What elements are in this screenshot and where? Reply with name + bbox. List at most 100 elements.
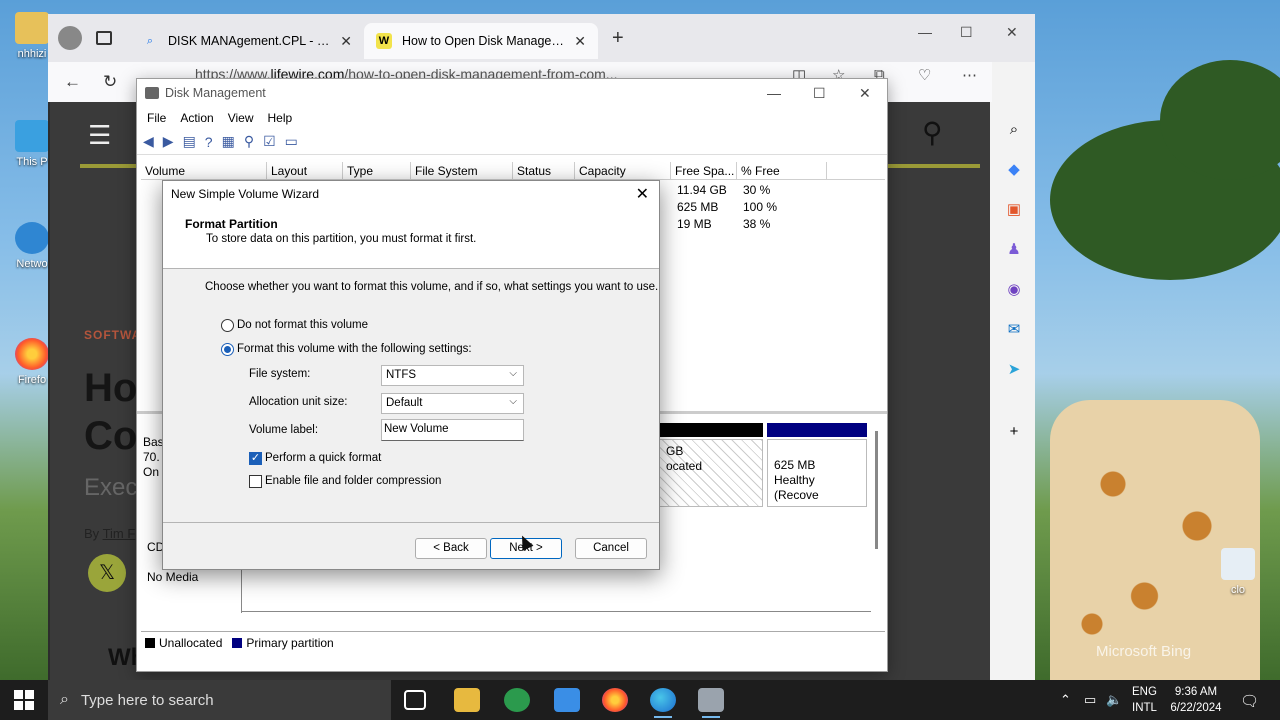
volume-label-input[interactable]: New Volume (381, 419, 524, 441)
shopping-icon[interactable]: ◆ (1004, 160, 1024, 180)
menu-view[interactable]: View (228, 111, 254, 125)
compression-checkbox[interactable] (249, 475, 262, 488)
help-icon[interactable]: ? (205, 134, 213, 150)
network-icon[interactable]: ▭ (1084, 692, 1096, 708)
close-icon[interactable]: ✕ (1006, 24, 1018, 41)
quick-format-checkbox[interactable]: ✓ (249, 452, 262, 465)
close-icon[interactable]: ✕ (636, 184, 649, 204)
add-icon[interactable]: + (1004, 422, 1024, 442)
disk-management-icon[interactable] (698, 688, 724, 718)
desktop-icon-label: This P (16, 156, 48, 168)
desktop-icon-recycle-bin[interactable]: clo (1206, 548, 1270, 596)
chevron-up-icon[interactable]: ⌃ (1060, 692, 1071, 708)
volume-icon[interactable]: 🔈 (1106, 692, 1122, 708)
games-icon[interactable]: ♟ (1004, 240, 1024, 260)
minimize-icon[interactable]: — (918, 24, 932, 40)
back-arrow-icon[interactable]: ◀ (143, 133, 154, 150)
close-icon[interactable]: ✕ (859, 85, 871, 102)
clock[interactable]: 9:36 AM 6/22/2024 (1166, 684, 1226, 716)
free-space-cell: 625 MB (677, 200, 719, 214)
compression-label[interactable]: Enable file and folder compression (265, 475, 441, 487)
disk0-info[interactable]: Bas 70. On (143, 435, 164, 480)
column-type[interactable]: Type (343, 162, 411, 180)
send-icon[interactable]: ➤ (1004, 360, 1024, 380)
search-icon: ⌕ (146, 35, 154, 47)
windows-start-icon[interactable] (14, 690, 34, 710)
article-title: Ho (84, 366, 138, 410)
menu-action[interactable]: Action (180, 111, 213, 125)
forward-arrow-icon[interactable]: ▶ (163, 133, 174, 150)
column-status[interactable]: Status (513, 162, 575, 180)
percent-free-cell: 30 % (743, 183, 771, 197)
excel-icon[interactable] (504, 688, 530, 712)
settings-icon[interactable]: ▭ (285, 133, 298, 150)
column-file-system[interactable]: File System (411, 162, 513, 180)
input-language[interactable]: ENG INTL (1132, 684, 1157, 716)
maximize-icon[interactable]: ☐ (960, 24, 973, 41)
desktop-icon-label: nhhizi (17, 48, 47, 60)
tab-search[interactable]: ⌕ DISK MANAgement.CPL - Search ✕ (130, 23, 364, 59)
firefox-icon[interactable] (602, 688, 628, 712)
taskbar-search[interactable]: ⌕ Type here to search (48, 680, 391, 720)
notification-icon[interactable]: 🗨 (1240, 692, 1259, 710)
format-radio[interactable] (221, 343, 234, 356)
connect-icon[interactable]: ⚲ (244, 133, 254, 150)
store-icon[interactable] (554, 688, 580, 712)
table-row[interactable]: 19 MB (677, 217, 712, 231)
unalloc-label: ocated (666, 459, 703, 473)
no-format-label[interactable]: Do not format this volume (237, 319, 368, 331)
allocation-select[interactable]: Default ⌵ (381, 393, 524, 414)
new-tab-icon[interactable]: + (612, 27, 624, 50)
copilot-icon[interactable]: ◉ (1004, 280, 1024, 300)
file-explorer-icon[interactable] (454, 688, 480, 712)
giraffe-image (1050, 400, 1260, 680)
column-percent-free[interactable]: % Free (737, 162, 827, 180)
scrollbar[interactable] (875, 431, 878, 549)
tools-icon[interactable]: ▣ (1004, 200, 1024, 220)
tab-close-icon[interactable]: ✕ (340, 33, 352, 50)
maximize-icon[interactable]: ☐ (813, 85, 826, 102)
unallocated-partition[interactable]: GB ocated (659, 439, 763, 507)
legend-unallocated: Unallocated (159, 635, 223, 650)
refresh-icon[interactable]: ↻ (103, 72, 117, 92)
edge-icon[interactable] (650, 688, 676, 718)
section-label[interactable]: SOFTWA (84, 328, 141, 342)
tab-actions-icon[interactable] (96, 31, 112, 45)
x-social-icon[interactable]: 𝕏 (88, 554, 126, 592)
console-tree-icon[interactable]: ▤ (183, 133, 196, 150)
properties-icon[interactable]: ▦ (222, 133, 235, 150)
tab-lifewire[interactable]: W How to Open Disk Management ✕ (364, 23, 598, 59)
column-volume[interactable]: Volume (141, 162, 267, 180)
back-arrow-icon[interactable]: ← (64, 72, 81, 92)
author-link[interactable]: Tim F (103, 526, 136, 541)
quick-format-label[interactable]: Perform a quick format (265, 452, 381, 464)
browser-essentials-icon[interactable]: ♡ (918, 66, 931, 84)
menu-help[interactable]: Help (268, 111, 293, 125)
article-title-line2: Co (84, 414, 138, 458)
column-layout[interactable]: Layout (267, 162, 343, 180)
outlook-icon[interactable]: ✉ (1004, 320, 1024, 340)
check-icon[interactable]: ☑ (263, 133, 276, 150)
search-icon[interactable]: ⚲ (922, 116, 943, 149)
dm-title: Disk Management (165, 86, 266, 100)
minimize-icon[interactable]: — (767, 85, 781, 101)
format-label[interactable]: Format this volume with the following se… (237, 343, 472, 355)
cancel-button[interactable]: Cancel (575, 538, 647, 559)
tab-close-icon[interactable]: ✕ (574, 33, 586, 50)
tab-title: How to Open Disk Management (402, 34, 567, 48)
disk0-status: On (143, 465, 160, 479)
column-free-space[interactable]: Free Spa... (671, 162, 737, 180)
menu-icon[interactable]: ☰ (88, 120, 111, 151)
table-row[interactable]: 11.94 GB (677, 183, 727, 197)
no-format-radio[interactable] (221, 319, 234, 332)
column-capacity[interactable]: Capacity (575, 162, 671, 180)
profile-avatar[interactable] (58, 26, 82, 50)
search-icon[interactable]: ⌕ (1004, 120, 1024, 140)
menu-file[interactable]: File (147, 111, 166, 125)
task-view-icon[interactable] (404, 690, 426, 710)
file-system-select[interactable]: NTFS ⌵ (381, 365, 524, 386)
table-row[interactable]: 625 MB (677, 200, 718, 214)
more-icon[interactable]: ⋯ (962, 66, 977, 84)
recovery-partition[interactable]: 625 MB Healthy (Recove (767, 439, 867, 507)
back-button[interactable]: < Back (415, 538, 487, 559)
